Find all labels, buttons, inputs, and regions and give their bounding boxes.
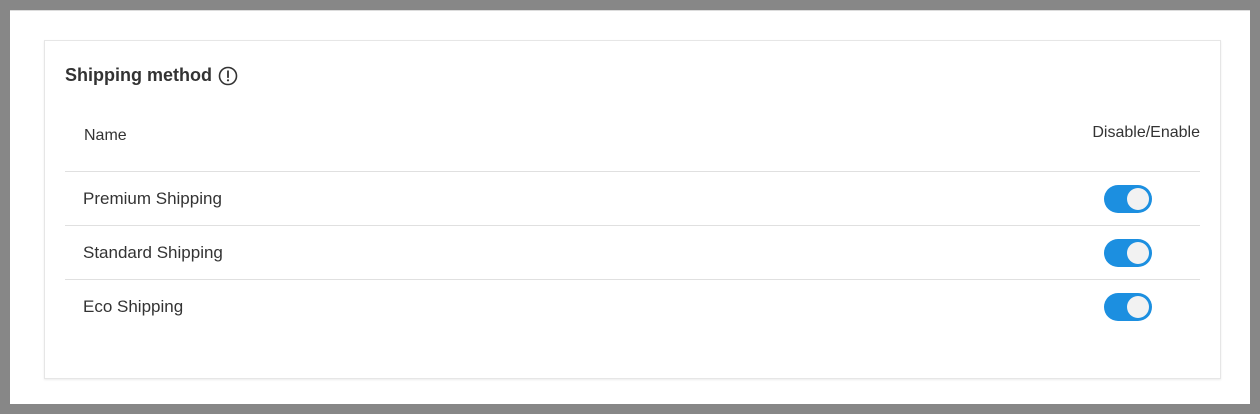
shipping-methods-table: Name Disable/Enable Premium Shipping Sta…	[65, 111, 1200, 334]
table-row: Premium Shipping	[65, 172, 1200, 226]
premium-shipping-toggle[interactable]	[1104, 185, 1152, 213]
page-container: Shipping method Name Disable/Enable Prem…	[10, 10, 1250, 404]
shipping-method-name: Premium Shipping	[83, 189, 222, 208]
table-row: Standard Shipping	[65, 226, 1200, 280]
eco-shipping-toggle[interactable]	[1104, 293, 1152, 321]
card-header: Shipping method	[65, 65, 238, 86]
toggle-knob	[1127, 296, 1149, 318]
shipping-method-name: Standard Shipping	[83, 243, 223, 262]
column-header-disable-enable: Disable/Enable	[1092, 124, 1200, 141]
standard-shipping-toggle[interactable]	[1104, 239, 1152, 267]
table-row: Eco Shipping	[65, 280, 1200, 334]
column-header-name: Name	[84, 127, 127, 144]
info-circle-icon[interactable]	[218, 66, 238, 86]
top-divider	[10, 10, 1250, 11]
shipping-method-name: Eco Shipping	[83, 297, 184, 316]
shipping-method-card: Shipping method Name Disable/Enable Prem…	[44, 40, 1221, 379]
card-title: Shipping method	[65, 65, 212, 85]
toggle-knob	[1127, 242, 1149, 264]
toggle-knob	[1127, 188, 1149, 210]
table-header: Name Disable/Enable	[65, 111, 1200, 172]
